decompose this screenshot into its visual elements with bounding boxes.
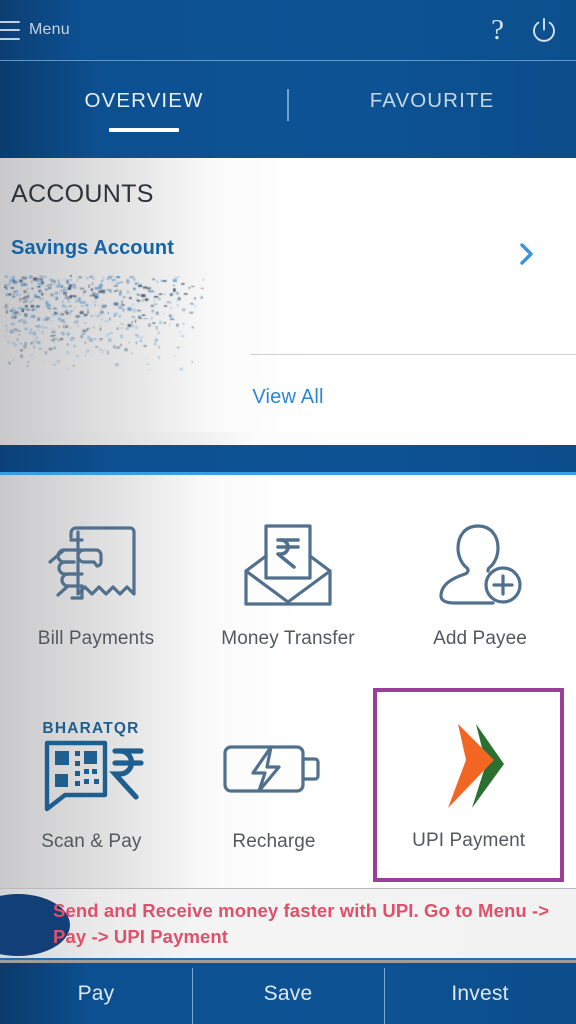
bottom-nav-pay[interactable]: Pay <box>0 982 192 1006</box>
bharatqr-wordmark: BHARATQR <box>43 720 140 737</box>
savings-account-label: Savings Account <box>11 237 175 259</box>
services-row-2: BHARATQR Scan & Pay Recharge UPI Payment <box>0 685 576 889</box>
upi-orange-arrow <box>447 723 494 808</box>
tab-favourite-label: FAVOURITE <box>369 89 495 112</box>
service-label: Add Payee <box>433 627 527 649</box>
service-tile-recharge[interactable]: Recharge <box>183 685 366 889</box>
mobile-banking-app: Menu ? OVERVIEW FAVOURITE ACCOUNTS Savin <box>0 0 576 1024</box>
notification-text: Send and Receive money faster with UPI. … <box>53 899 550 947</box>
tab-favourite[interactable]: FAVOURITE <box>288 61 576 158</box>
service-tile-bill-payments[interactable]: Bill Payments <box>0 481 192 685</box>
service-label: Scan & Pay <box>41 831 142 853</box>
service-tile-scan-and-pay[interactable]: BHARATQR Scan & Pay <box>0 685 183 889</box>
tab-active-indicator <box>109 128 179 132</box>
power-logout-icon[interactable] <box>530 16 558 44</box>
service-tile-upi-payment[interactable]: UPI Payment <box>373 687 565 882</box>
view-all-container: View All <box>0 386 576 409</box>
bharatqr-icon: BHARATQR <box>31 715 151 823</box>
notification-banner[interactable]: Send and Receive money faster with UPI. … <box>0 888 576 960</box>
service-label: Money Transfer <box>221 627 355 649</box>
service-tile-money-transfer[interactable]: Money Transfer <box>192 481 384 685</box>
service-label: UPI Payment <box>412 829 526 851</box>
tab-overview-label: OVERVIEW <box>84 89 204 112</box>
hamburger-menu-icon[interactable] <box>0 20 20 40</box>
savings-account-row[interactable]: Savings Account <box>0 237 576 269</box>
person-plus-icon <box>428 512 532 620</box>
view-all-link[interactable]: View All <box>252 386 323 409</box>
account-details-redacted <box>4 275 204 371</box>
battery-bolt-icon <box>217 715 331 823</box>
band-top-gap <box>0 432 576 445</box>
account-divider <box>250 354 576 355</box>
top-icon-group: ? <box>491 15 558 45</box>
upi-logo-icon <box>414 714 524 822</box>
section-separator-band <box>0 432 576 475</box>
tab-bar: OVERVIEW FAVOURITE <box>0 60 576 158</box>
accounts-section: ACCOUNTS Savings Account View All <box>0 158 576 445</box>
bottom-nav-save[interactable]: Save <box>192 967 384 1024</box>
bottom-navigation-bar: Pay Save Invest <box>0 960 576 1024</box>
accounts-section-title: ACCOUNTS <box>11 180 154 208</box>
services-grid: Bill Payments Money Transfer Add Payee B… <box>0 475 576 888</box>
tab-overview[interactable]: OVERVIEW <box>0 61 288 158</box>
menu-button[interactable]: Menu <box>0 20 70 40</box>
services-row-1: Bill Payments Money Transfer Add Payee <box>0 481 576 685</box>
chevron-right-icon[interactable] <box>516 239 538 269</box>
envelope-rupee-icon <box>236 512 340 620</box>
service-label: Bill Payments <box>37 627 155 649</box>
service-label: Recharge <box>232 831 316 853</box>
help-question-icon[interactable]: ? <box>491 15 504 45</box>
bottom-nav-invest[interactable]: Invest <box>384 967 576 1024</box>
hand-receipt-icon <box>44 512 148 620</box>
menu-label: Menu <box>29 21 70 38</box>
service-tile-add-payee[interactable]: Add Payee <box>384 481 576 685</box>
top-bar: Menu ? <box>0 0 576 60</box>
